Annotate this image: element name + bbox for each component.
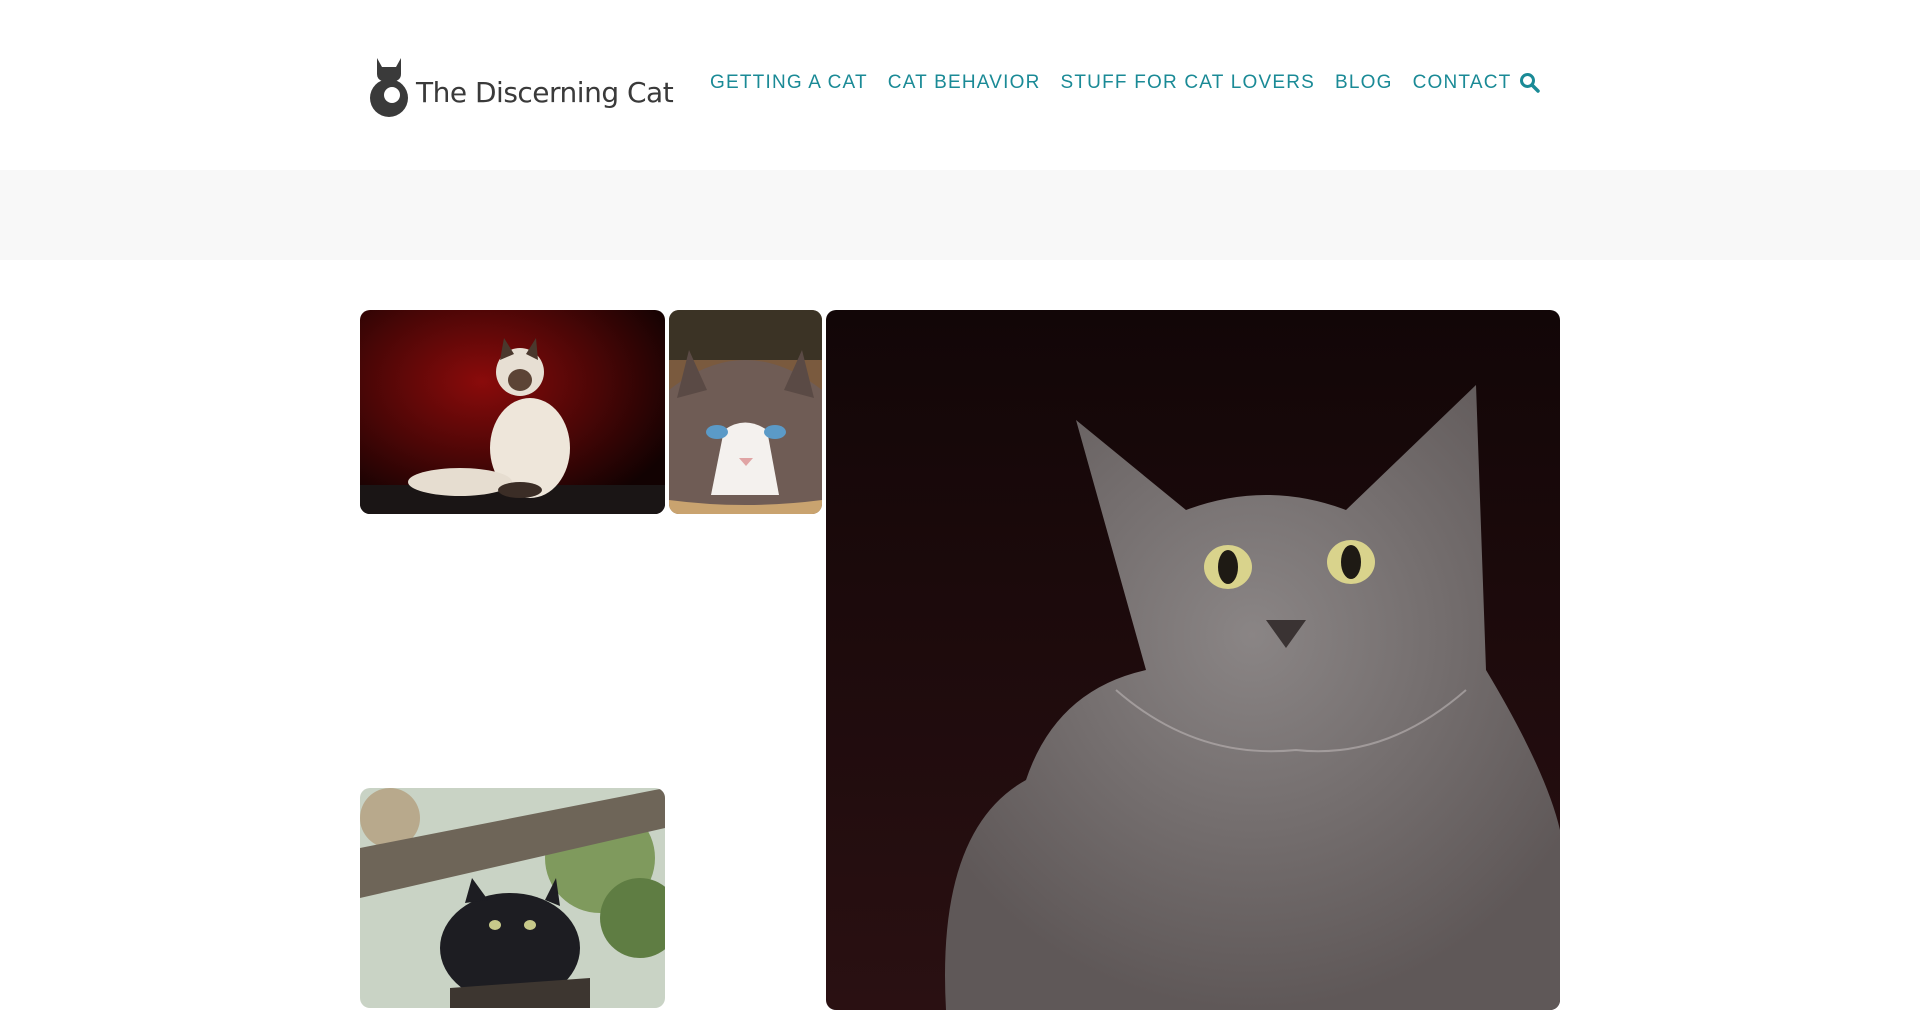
search-icon <box>1520 73 1540 93</box>
photo-ragdoll-cat[interactable] <box>669 310 822 514</box>
photo-grey-cat[interactable] <box>826 310 1560 1010</box>
page-banner <box>0 170 1920 260</box>
cat-photo-image <box>826 310 1560 1010</box>
site-logo-text: The Discerning Cat <box>416 75 674 109</box>
nav-item-contact[interactable]: CONTACT <box>1413 72 1512 94</box>
cat-photo-image <box>360 310 665 514</box>
cat-photo-image <box>669 310 822 514</box>
cat-photo-image <box>360 788 665 1008</box>
nav-item-stuff-for-cat-lovers[interactable]: STUFF FOR CAT LOVERS <box>1061 72 1316 94</box>
nav-item-cat-behavior[interactable]: CAT BEHAVIOR <box>888 72 1041 94</box>
site-logo[interactable]: The Discerning Cat <box>368 54 674 118</box>
site-header: The Discerning Cat GETTING A CAT CAT BEH… <box>0 0 1920 170</box>
cat-silhouette-icon <box>370 58 408 117</box>
photo-himalayan-cat[interactable] <box>360 310 665 514</box>
nav-item-getting-a-cat[interactable]: GETTING A CAT <box>710 72 868 94</box>
nav-item-blog[interactable]: BLOG <box>1335 72 1393 94</box>
main-nav: GETTING A CAT CAT BEHAVIOR STUFF FOR CAT… <box>710 72 1531 94</box>
search-button[interactable] <box>1518 71 1542 95</box>
photo-black-cat[interactable] <box>360 788 665 1008</box>
